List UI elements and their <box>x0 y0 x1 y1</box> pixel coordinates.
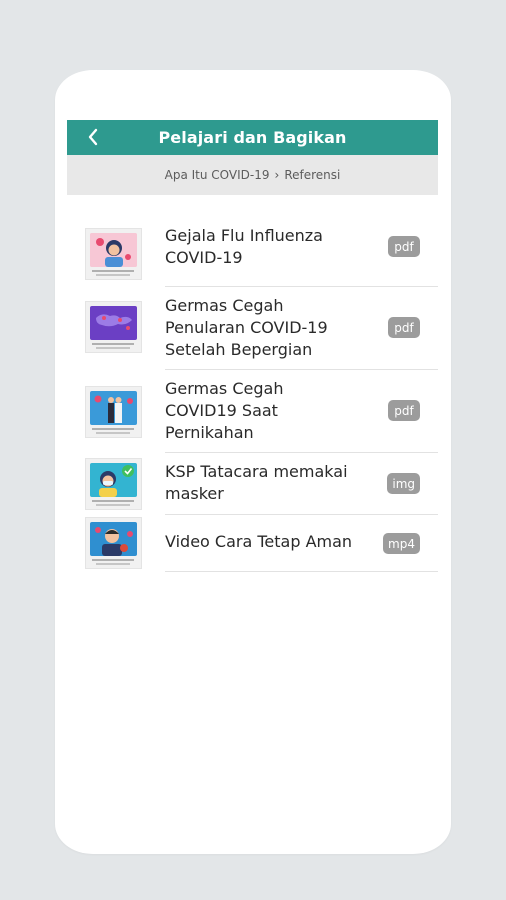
item-title: Germas Cegah COVID19 Saat Pernikahan <box>165 379 284 442</box>
thumbnail <box>85 301 142 353</box>
breadcrumb-separator: › <box>274 168 280 182</box>
app-header: Pelajari dan Bagikan <box>67 120 438 155</box>
item-title: Germas Cegah Penularan COVID-19 Setelah … <box>165 296 328 359</box>
list-item[interactable]: Germas Cegah COVID19 Saat Pernikahan pdf <box>85 370 438 453</box>
breadcrumb-item-referensi[interactable]: Referensi <box>284 168 340 182</box>
back-button[interactable] <box>83 127 103 147</box>
item-title: Gejala Flu Influenza COVID-19 <box>165 226 323 267</box>
list-item[interactable]: KSP Tatacara memakai masker img <box>85 453 438 515</box>
file-type-badge: img <box>387 473 420 494</box>
phone-frame: Pelajari dan Bagikan Apa Itu COVID-19 › … <box>55 70 451 854</box>
thumbnail <box>85 228 142 280</box>
file-type-badge: pdf <box>388 400 420 421</box>
file-type-badge: pdf <box>388 317 420 338</box>
item-title: KSP Tatacara memakai masker <box>165 462 348 503</box>
file-type-badge: mp4 <box>383 533 420 554</box>
thumbnail <box>85 386 142 438</box>
divider <box>165 571 438 572</box>
file-type-badge: pdf <box>388 236 420 257</box>
page-title: Pelajari dan Bagikan <box>158 128 347 147</box>
thumbnail <box>85 458 142 510</box>
item-title: Video Cara Tetap Aman <box>165 532 353 551</box>
thumbnail <box>85 517 142 569</box>
chevron-left-icon <box>88 128 98 146</box>
breadcrumb: Apa Itu COVID-19 › Referensi <box>67 155 438 195</box>
list-item[interactable]: Gejala Flu Influenza COVID-19 pdf <box>85 225 438 287</box>
list-item[interactable]: Germas Cegah Penularan COVID-19 Setelah … <box>85 287 438 370</box>
breadcrumb-item-apa-itu-covid[interactable]: Apa Itu COVID-19 <box>165 168 270 182</box>
list-item[interactable]: Video Cara Tetap Aman mp4 <box>85 515 438 571</box>
